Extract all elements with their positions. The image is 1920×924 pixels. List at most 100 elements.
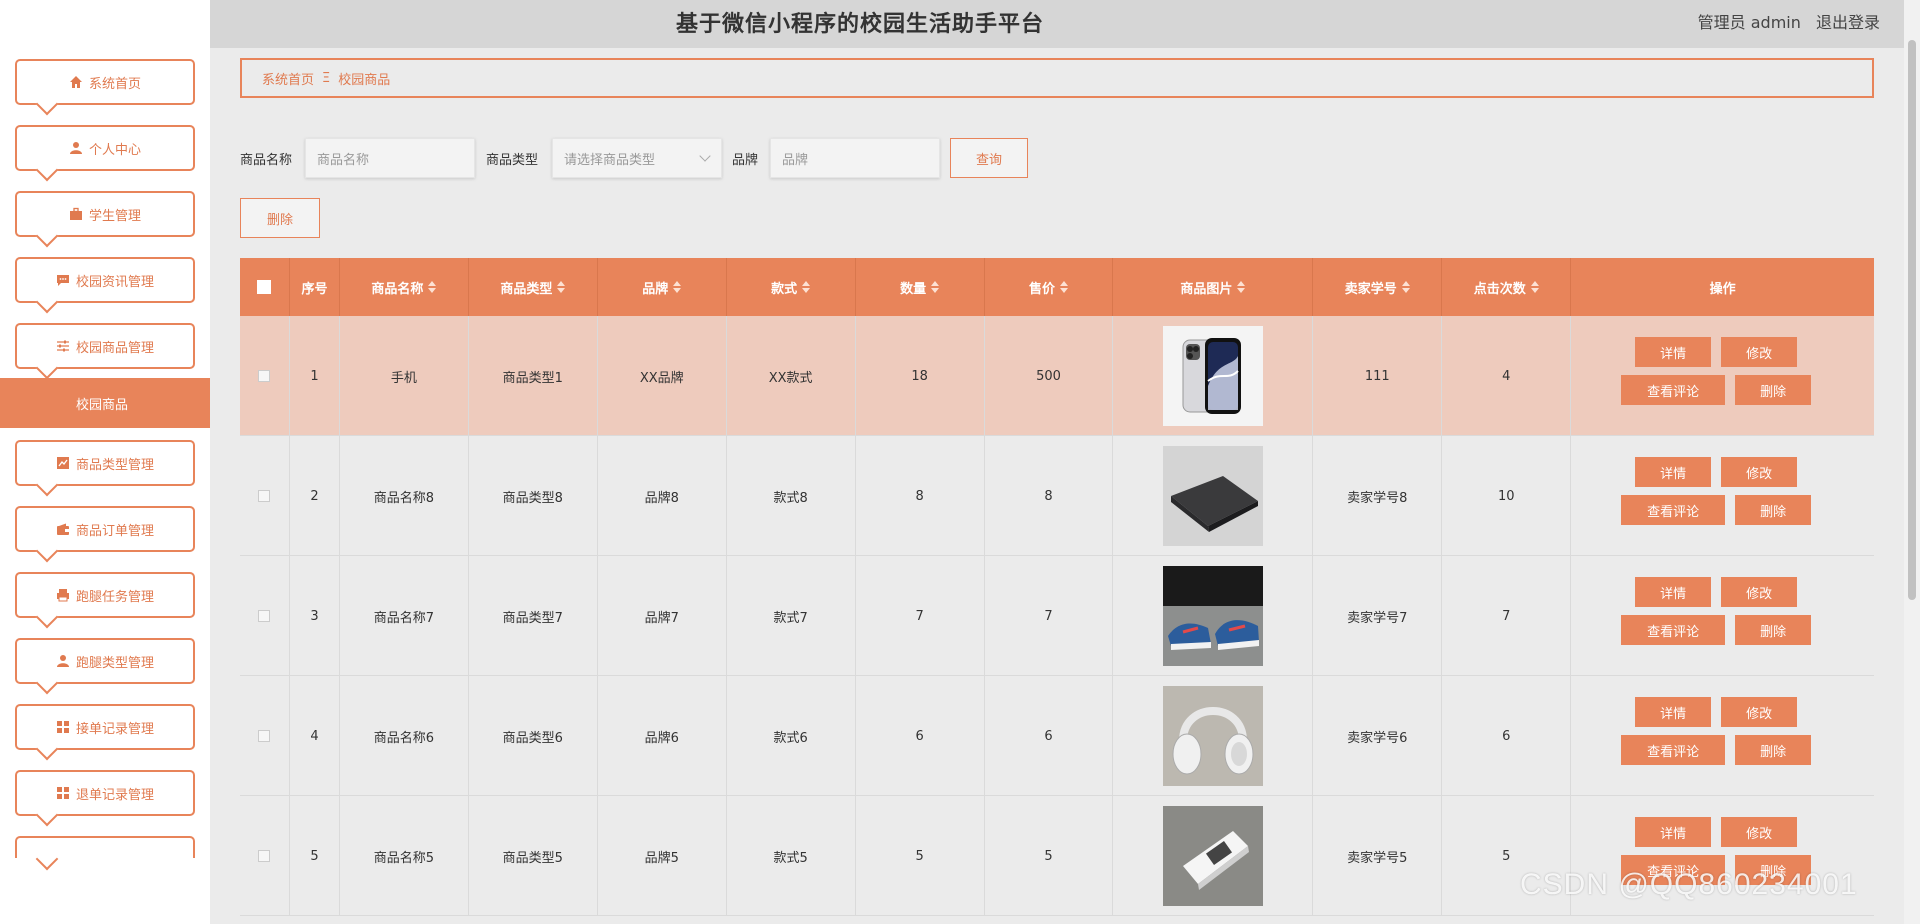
type-select[interactable]: 请选择商品类型 — [552, 138, 722, 178]
col-seller[interactable]: 卖家学号 — [1313, 258, 1443, 316]
col-image[interactable]: 商品图片 — [1113, 258, 1314, 316]
sort-icon[interactable] — [1237, 281, 1246, 293]
detail-button[interactable]: 详情 — [1635, 577, 1712, 607]
sort-icon[interactable] — [557, 281, 566, 293]
row-checkbox[interactable] — [258, 370, 271, 382]
cell-brand: 品牌5 — [598, 796, 727, 916]
cell-price: 6 — [985, 676, 1114, 796]
table-row[interactable]: 4 商品名称6 商品类型6 品牌6 款式6 6 6 卖家学号6 6 详情 修改 … — [240, 676, 1874, 796]
sidebar-item-accept-records[interactable]: 接单记录管理 — [15, 704, 195, 750]
brand-input[interactable]: 品牌 — [770, 138, 940, 178]
col-clicks[interactable]: 点击次数 — [1442, 258, 1572, 316]
col-qty[interactable]: 数量 — [856, 258, 985, 316]
product-image-sneakers[interactable] — [1162, 566, 1263, 666]
sidebar-item-students[interactable]: 学生管理 — [15, 191, 195, 237]
sidebar-item-goods-types[interactable]: 商品类型管理 — [15, 440, 195, 486]
sidebar-item-personal-center[interactable]: 个人中心 — [15, 125, 195, 171]
row-checkbox[interactable] — [258, 850, 271, 862]
delete-button[interactable]: 删除 — [1735, 375, 1812, 405]
cell-image — [1113, 436, 1314, 556]
edit-button[interactable]: 修改 — [1721, 697, 1798, 727]
sidebar-item-refund-records[interactable]: 退单记录管理 — [15, 770, 195, 816]
printer-icon — [56, 589, 69, 602]
product-image-phone-stand[interactable] — [1162, 806, 1263, 906]
header-select-all[interactable] — [240, 258, 290, 316]
sidebar-item-partial[interactable] — [15, 836, 195, 858]
sort-icon[interactable] — [931, 281, 940, 293]
cell-no: 3 — [290, 556, 340, 676]
name-input[interactable]: 商品名称 — [305, 138, 475, 178]
view-comments-button[interactable]: 查看评论 — [1621, 735, 1726, 765]
view-comments-button[interactable]: 查看评论 — [1621, 375, 1726, 405]
table-header: 序号 商品名称 商品类型 品牌 款式 数量 售价 商品图片 卖家学号 点击次数 … — [240, 258, 1874, 316]
sidebar-item-label: 个人中心 — [88, 142, 141, 158]
table-row[interactable]: 1 手机 商品类型1 XX品牌 XX款式 18 500 111 4 详情 修改 … — [240, 316, 1874, 436]
sidebar-subitem-goods[interactable]: 校园商品 — [0, 378, 210, 428]
edit-button[interactable]: 修改 — [1721, 457, 1798, 487]
chat-icon — [56, 275, 69, 286]
page-scrollbar[interactable] — [1904, 0, 1920, 924]
col-brand[interactable]: 品牌 — [598, 258, 727, 316]
table-row[interactable]: 3 商品名称7 商品类型7 品牌7 款式7 7 7 卖家学号7 7 详情 修改 … — [240, 556, 1874, 676]
breadcrumb-current: 校园商品 — [338, 72, 391, 88]
cell-no: 2 — [290, 436, 340, 556]
delete-button[interactable]: 删除 — [1735, 495, 1812, 525]
sidebar-item-goods[interactable]: 校园商品管理 — [15, 323, 195, 369]
delete-button[interactable]: 删除 — [1735, 615, 1812, 645]
logout-link[interactable]: 退出登录 — [1816, 13, 1880, 32]
product-image-laptop[interactable] — [1162, 446, 1263, 546]
cell-qty: 6 — [856, 676, 985, 796]
breadcrumb: 系统首页 Ξ 校园商品 — [240, 58, 1874, 98]
grid-icon — [56, 721, 69, 733]
sidebar-item-label: 跑腿类型管理 — [75, 655, 154, 671]
sort-icon[interactable] — [1530, 281, 1539, 293]
sort-icon[interactable] — [428, 281, 437, 293]
edit-button[interactable]: 修改 — [1721, 817, 1798, 847]
view-comments-button[interactable]: 查看评论 — [1621, 495, 1726, 525]
sort-icon[interactable] — [802, 281, 811, 293]
sidebar-item-errands[interactable]: 跑腿任务管理 — [15, 572, 195, 618]
edit-button[interactable]: 修改 — [1721, 577, 1798, 607]
sidebar-item-home[interactable]: 系统首页 — [15, 59, 195, 105]
col-name[interactable]: 商品名称 — [340, 258, 469, 316]
col-style[interactable]: 款式 — [727, 258, 856, 316]
sidebar-subitem-label: 校园商品 — [76, 397, 129, 413]
sidebar-item-errand-types[interactable]: 跑腿类型管理 — [15, 638, 195, 684]
sidebar-item-news[interactable]: 校园资讯管理 — [15, 257, 195, 303]
product-image-smartphone[interactable] — [1162, 326, 1263, 426]
batch-delete-button[interactable]: 删除 — [240, 198, 320, 238]
row-checkbox[interactable] — [258, 610, 271, 622]
detail-button[interactable]: 详情 — [1635, 817, 1712, 847]
cell-price: 8 — [985, 436, 1114, 556]
select-all-checkbox[interactable] — [257, 280, 272, 294]
table-row[interactable]: 2 商品名称8 商品类型8 品牌8 款式8 8 8 卖家学号8 10 详情 修改… — [240, 436, 1874, 556]
cell-no: 5 — [290, 796, 340, 916]
sort-icon[interactable] — [1060, 281, 1069, 293]
detail-button[interactable]: 详情 — [1635, 457, 1712, 487]
page-title: 基于微信小程序的校园生活助手平台 — [675, 12, 1044, 37]
goods-table: 序号 商品名称 商品类型 品牌 款式 数量 售价 商品图片 卖家学号 点击次数 … — [240, 258, 1874, 924]
cell-actions: 详情 修改 查看评论 删除 — [1571, 556, 1874, 676]
detail-button[interactable]: 详情 — [1635, 697, 1712, 727]
cell-seller: 111 — [1313, 316, 1443, 436]
scrollbar-thumb[interactable] — [1908, 40, 1916, 600]
col-price[interactable]: 售价 — [985, 258, 1114, 316]
sort-icon[interactable] — [673, 281, 682, 293]
query-button[interactable]: 查询 — [950, 138, 1028, 178]
view-comments-button[interactable]: 查看评论 — [1621, 615, 1726, 645]
cell-name: 手机 — [340, 316, 469, 436]
delete-button[interactable]: 删除 — [1735, 735, 1812, 765]
edit-button[interactable]: 修改 — [1721, 337, 1798, 367]
detail-button[interactable]: 详情 — [1635, 337, 1712, 367]
row-checkbox[interactable] — [258, 490, 271, 502]
sidebar-item-orders[interactable]: 商品订单管理 — [15, 506, 195, 552]
row-checkbox[interactable] — [258, 730, 271, 742]
product-image-headphones[interactable] — [1162, 686, 1263, 786]
col-no: 序号 — [290, 258, 340, 316]
cell-qty: 7 — [856, 556, 985, 676]
sort-icon[interactable] — [1401, 281, 1410, 293]
cell-actions: 详情 修改 查看评论 删除 — [1571, 316, 1874, 436]
breadcrumb-home[interactable]: 系统首页 — [262, 69, 314, 88]
cell-price: 5 — [985, 796, 1114, 916]
col-type[interactable]: 商品类型 — [469, 258, 598, 316]
